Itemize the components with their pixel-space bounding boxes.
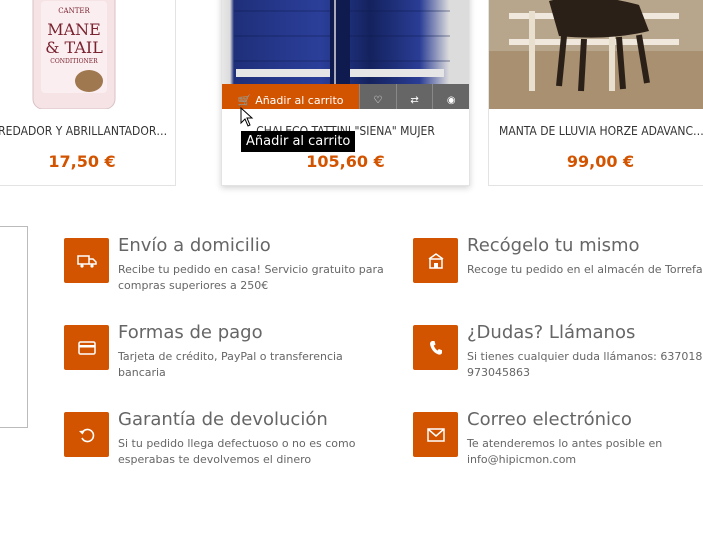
add-to-cart-label: Añadir al carrito [255, 93, 344, 107]
horse-blanket-image [489, 0, 703, 109]
feature-item: ¿Dudas? Llámanos Si tienes cualquier dud… [413, 322, 703, 385]
phone-icon [413, 325, 458, 370]
cart-icon: 🛒 [237, 93, 252, 107]
truck-icon [64, 238, 109, 283]
feature-item: Recógelo tu mismo Recoge tu pedido en el… [413, 235, 703, 298]
bottle-brand: CANTER [58, 7, 90, 15]
quick-view-button[interactable]: ◉ [432, 84, 469, 109]
feature-description: Si tienes cualquier duda llámanos: 63701… [467, 350, 703, 379]
product-price: 17,50 € [48, 152, 116, 171]
bottle-line1: MANE [47, 20, 101, 39]
bottle-line2: & TAIL [45, 38, 103, 57]
feature-title: Envío a domicilio [118, 235, 271, 256]
add-to-cart-button[interactable]: 🛒 Añadir al carrito [222, 84, 359, 109]
mail-icon [413, 412, 458, 457]
feature-item: Garantía de devolución Si tu pedido lleg… [64, 409, 364, 472]
product-card[interactable]: MANTA DE LLUVIA HORZE ADAVANCED AVALA...… [488, 0, 703, 186]
product-card[interactable]: 🛒 Añadir al carrito ♡ ⇄ ◉ CHALECO TATTIN… [221, 0, 470, 186]
feature-item: Correo electrónico Te atenderemos lo ant… [413, 409, 703, 472]
feature-title: Formas de pago [118, 322, 263, 343]
product-actions-bar: 🛒 Añadir al carrito ♡ ⇄ ◉ [222, 84, 469, 109]
feature-description: Te atenderemos lo antes posible en info@… [467, 437, 663, 466]
product-image[interactable] [489, 0, 703, 109]
bottle-line3: CONDITIONER [50, 58, 98, 65]
side-panel [0, 226, 28, 428]
feature-item: Formas de pago Tarjeta de crédito, PayPa… [64, 322, 364, 385]
product-price: 105,60 € [306, 152, 385, 171]
credit-card-icon [64, 325, 109, 370]
wishlist-button[interactable]: ♡ [359, 84, 396, 109]
feature-description: Recibe tu pedido en casa! Servicio gratu… [118, 263, 384, 292]
product-card[interactable]: CANTER MANE & TAIL CONDITIONER IREDADOR … [0, 0, 176, 186]
feature-description: Tarjeta de crédito, PayPal o transferenc… [118, 350, 343, 379]
feature-item: Envío a domicilio Recibe tu pedido en ca… [64, 235, 384, 298]
store-icon [413, 238, 458, 283]
product-name[interactable]: IREDADOR Y ABRILLANTADOR DE COLA Y... [0, 124, 175, 138]
product-price: 99,00 € [566, 152, 635, 171]
feature-description: Si tu pedido llega defectuoso o no es co… [118, 437, 356, 466]
compare-icon: ⇄ [410, 94, 419, 106]
product-image[interactable]: CANTER MANE & TAIL CONDITIONER [0, 0, 175, 109]
feature-title: Recógelo tu mismo [467, 235, 640, 256]
return-icon [64, 412, 109, 457]
vest-image [222, 0, 469, 84]
conditioner-bottle-image: CANTER MANE & TAIL CONDITIONER [32, 0, 116, 109]
mouse-cursor-icon [240, 107, 254, 127]
heart-icon: ♡ [373, 94, 383, 106]
feature-title: Correo electrónico [467, 409, 632, 430]
product-image[interactable]: 🛒 Añadir al carrito ♡ ⇄ ◉ [222, 0, 469, 109]
feature-title: ¿Dudas? Llámanos [467, 322, 636, 343]
feature-description: Recoge tu pedido en el almacén de Torref… [467, 263, 703, 276]
compare-button[interactable]: ⇄ [395, 84, 433, 109]
eye-icon: ◉ [446, 94, 456, 106]
add-to-cart-tooltip: Añadir al carrito [241, 131, 356, 152]
feature-title: Garantía de devolución [118, 409, 328, 430]
product-name[interactable]: MANTA DE LLUVIA HORZE ADAVANCED AVALA... [489, 124, 703, 138]
